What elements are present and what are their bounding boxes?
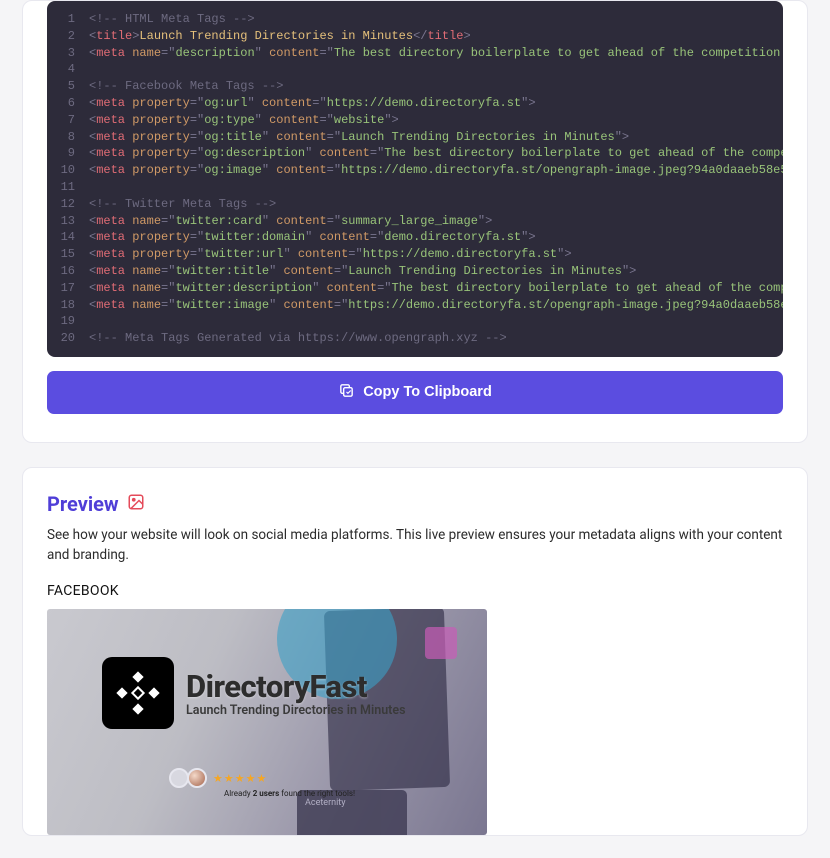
code-line: 6<meta property="og:url" content="https:… — [47, 95, 783, 112]
code-line: 12<!-- Twitter Meta Tags --> — [47, 196, 783, 213]
logo: DirectoryFast Launch Trending Directorie… — [102, 657, 406, 729]
copy-button-label: Copy To Clipboard — [363, 384, 492, 400]
code-line: 5<!-- Facebook Meta Tags --> — [47, 78, 783, 95]
code-line: 17<meta name="twitter:description" conte… — [47, 280, 783, 297]
code-line: 20<!-- Meta Tags Generated via https://w… — [47, 330, 783, 347]
code-line: 7<meta property="og:type" content="websi… — [47, 112, 783, 129]
meta-tags-card: 1<!-- HTML Meta Tags -->2<title>Launch T… — [22, 0, 808, 443]
preview-title: Preview — [47, 492, 119, 516]
bg-accent — [425, 627, 457, 659]
stars-icon: ★★★★★ — [213, 772, 267, 785]
facebook-preview-card[interactable]: Aceternity DirectoryFast Launch Trending… — [47, 609, 487, 835]
code-line: 11 — [47, 179, 783, 196]
code-line: 3<meta name="description" content="The b… — [47, 45, 783, 62]
code-line: 19 — [47, 313, 783, 330]
preview-card: Preview See how your website will look o… — [22, 467, 808, 836]
code-line: 15<meta property="twitter:url" content="… — [47, 246, 783, 263]
code-line: 4 — [47, 61, 783, 78]
preview-description: See how your website will look on social… — [47, 526, 783, 565]
image-placeholder-icon — [127, 493, 145, 515]
logo-icon — [102, 657, 174, 729]
code-line: 10<meta property="og:image" content="htt… — [47, 162, 783, 179]
code-line: 8<meta property="og:title" content="Laun… — [47, 129, 783, 146]
avatar — [187, 768, 207, 788]
code-line: 13<meta name="twitter:card" content="sum… — [47, 213, 783, 230]
code-line: 18<meta name="twitter:image" content="ht… — [47, 297, 783, 314]
code-line: 9<meta property="og:description" content… — [47, 145, 783, 162]
social-proof: ★★★★★ — [177, 768, 267, 788]
code-line: 16<meta name="twitter:title" content="La… — [47, 263, 783, 280]
brand-tagline: Launch Trending Directories in Minutes — [186, 703, 406, 718]
code-line: 1<!-- HTML Meta Tags --> — [47, 11, 783, 28]
facebook-label: FACEBOOK — [47, 583, 783, 599]
avatar — [169, 768, 189, 788]
copy-icon — [338, 382, 355, 403]
code-line: 2<title>Launch Trending Directories in M… — [47, 28, 783, 45]
code-line: 14<meta property="twitter:domain" conten… — [47, 229, 783, 246]
brand-name: DirectoryFast — [186, 668, 406, 705]
code-block[interactable]: 1<!-- HTML Meta Tags -->2<title>Launch T… — [47, 1, 783, 357]
social-proof-text: Already 2 users found the right tools! — [224, 789, 355, 798]
copy-to-clipboard-button[interactable]: Copy To Clipboard — [47, 371, 783, 414]
